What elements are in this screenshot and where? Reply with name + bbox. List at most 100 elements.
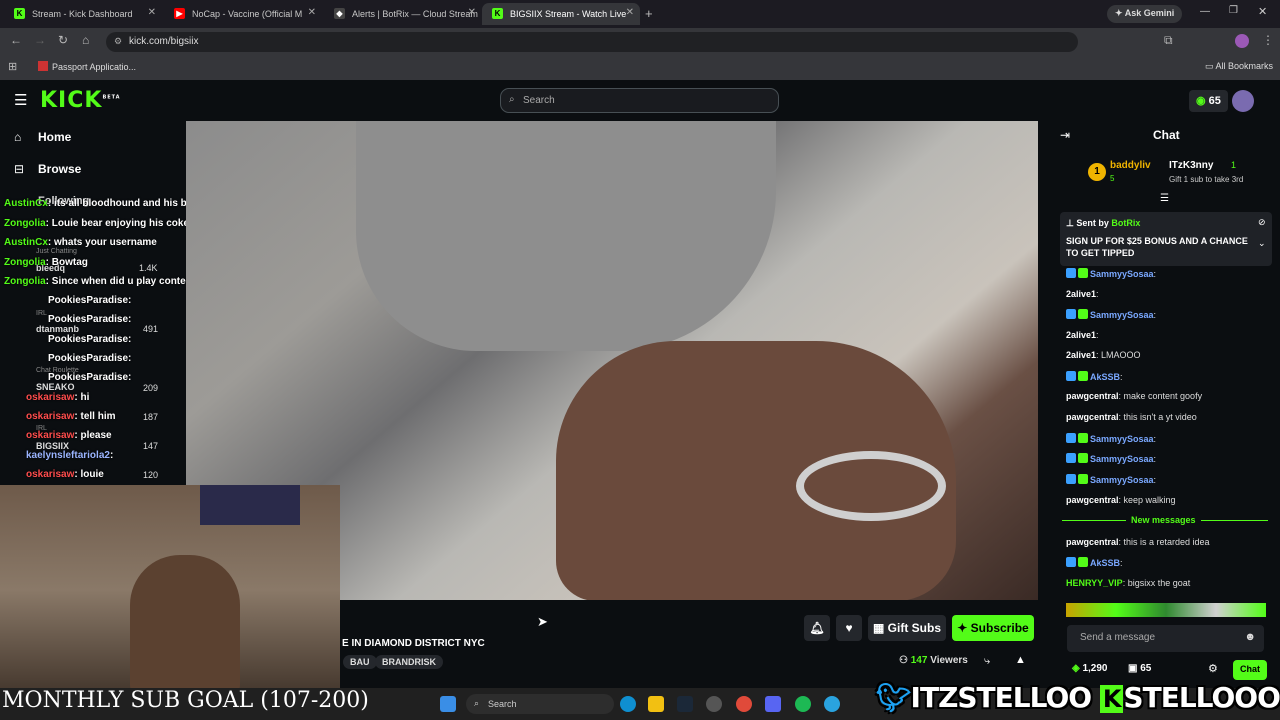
close-icon[interactable]: ✕ <box>308 7 316 18</box>
close-window-icon[interactable]: ✕ <box>1258 5 1267 18</box>
unpin-icon[interactable]: ⊘ <box>1258 217 1266 228</box>
chat-username[interactable]: pawgcentral <box>1066 537 1119 547</box>
chat-username[interactable]: 2alive1 <box>1066 330 1096 340</box>
ask-gemini-button[interactable]: ✦ Ask Gemini <box>1107 5 1183 23</box>
back-icon[interactable]: ← <box>10 33 22 47</box>
close-icon[interactable]: ✕ <box>468 7 476 18</box>
channel-name[interactable]: SNEAKO <box>36 382 75 392</box>
start-icon[interactable] <box>440 696 456 712</box>
browser-tab-active[interactable]: K BIGSIIX Stream - Watch Live ✕ <box>482 3 640 25</box>
emote-bar[interactable] <box>1066 603 1266 617</box>
sidebar-item-browse[interactable]: Browse <box>38 162 81 176</box>
chat-username[interactable]: SammyySosaa <box>1090 475 1154 485</box>
file-explorer-icon[interactable] <box>648 696 664 712</box>
chat-points[interactable]: ▣ 65 <box>1128 663 1151 674</box>
kick-logo[interactable]: KICKBETA <box>40 88 121 113</box>
subscribe-button[interactable]: ✦ Subscribe <box>952 615 1034 641</box>
home-icon[interactable]: ⌂ <box>82 33 89 47</box>
stream-tag[interactable]: BRANDRISK <box>375 655 443 669</box>
close-icon[interactable]: ✕ <box>626 7 634 18</box>
profile-avatar[interactable] <box>1235 34 1249 48</box>
menu-dots-icon[interactable]: ⋮ <box>1262 33 1274 47</box>
kick-handle: STELLOOO <box>1123 681 1280 714</box>
close-icon[interactable]: ✕ <box>148 7 156 18</box>
new-tab-button[interactable]: + <box>645 6 653 21</box>
telegram-icon[interactable] <box>824 696 840 712</box>
gift-subs-button[interactable]: ▦ Gift Subs <box>868 615 946 641</box>
chat-send-button[interactable]: Chat <box>1233 660 1267 680</box>
report-icon[interactable]: ▲ <box>1015 654 1026 666</box>
overlay-chat-message: PookiesParadise: <box>48 295 131 306</box>
sidebar-item-home[interactable]: Home <box>38 130 71 144</box>
kick-points-badge[interactable]: ◉ 65 <box>1189 90 1228 112</box>
apps-grid-icon[interactable]: ⊞ <box>8 60 17 73</box>
chat-input-placeholder: Send a message <box>1080 632 1156 643</box>
chat-username[interactable]: pawgcentral <box>1066 412 1119 422</box>
reload-icon[interactable]: ↻ <box>58 33 68 47</box>
chat-message-input[interactable]: Send a message ☻ <box>1067 625 1264 652</box>
bookmarks-bar: ⊞ Passport Applicatio... ▭ All Bookmarks <box>0 56 1280 80</box>
badge-icon <box>1078 453 1088 463</box>
pinned-text: SIGN UP FOR $25 BONUS AND A CHANCE TO GE… <box>1066 236 1248 258</box>
chat-username[interactable]: AkSSB <box>1090 372 1120 382</box>
chat-username[interactable]: AkSSB <box>1090 558 1120 568</box>
channel-viewers: 120 <box>143 470 159 480</box>
browser-tab[interactable]: ▶ NoCap - Vaccine (Official M ✕ <box>164 3 322 25</box>
browser-tab[interactable]: K Stream - Kick Dashboard ✕ <box>4 3 162 25</box>
browse-icon: ⊟ <box>14 162 25 176</box>
overlay-chat-user: oskarisaw <box>26 469 75 480</box>
chat-username[interactable]: SammyySosaa <box>1090 310 1154 320</box>
hamburger-menu-icon[interactable]: ☰ <box>14 91 27 109</box>
viewers-icon: ⚇ <box>899 655 911 666</box>
extensions-icon[interactable]: ⧉ <box>1164 33 1173 48</box>
spotify-icon[interactable] <box>795 696 811 712</box>
site-info-icon[interactable]: ⚙ <box>114 36 122 47</box>
share-icon[interactable]: ⤷ <box>984 655 990 668</box>
settings-app-icon[interactable] <box>706 696 722 712</box>
overlay-chat-message: AustinCx: its all bloodhound and his bot… <box>4 198 202 209</box>
steam-icon[interactable] <box>677 696 693 712</box>
badge-icon <box>1066 371 1076 381</box>
browser-tab[interactable]: ◆ Alerts | BotRix — Cloud Stream ✕ <box>324 3 482 25</box>
chat-username[interactable]: pawgcentral <box>1066 495 1119 505</box>
pinned-message[interactable]: ⊥ Sent by BotRix ⊘ SIGN UP FOR $25 BONUS… <box>1060 212 1272 266</box>
leader-name[interactable]: baddyliv <box>1110 160 1151 171</box>
chat-username[interactable]: SammyySosaa <box>1090 269 1154 279</box>
minimize-icon[interactable]: — <box>1200 6 1210 17</box>
user-avatar[interactable] <box>1232 90 1254 112</box>
chat-username[interactable]: SammyySosaa <box>1090 454 1154 464</box>
taskbar-search[interactable]: ⌕ Search <box>466 694 614 714</box>
webcam-person <box>130 555 240 695</box>
chat-username[interactable]: 2alive1 <box>1066 350 1096 360</box>
stream-tag[interactable]: BAU <box>343 655 377 669</box>
all-bookmarks[interactable]: ▭ All Bookmarks <box>1205 61 1273 72</box>
settings-gear-icon[interactable]: ⚙ <box>1208 662 1218 675</box>
follow-heart-button[interactable]: ♥ <box>836 615 862 641</box>
tab-title: NoCap - Vaccine (Official M <box>192 9 303 19</box>
chat-username[interactable]: HENRYY_VIP <box>1066 578 1123 588</box>
chrome-icon[interactable] <box>736 696 752 712</box>
emoji-icon[interactable]: ☻ <box>1244 631 1256 643</box>
leader-name[interactable]: ITzK3nny <box>1169 160 1213 171</box>
chat-message: HENRYY_VIP: bigsixx the goat <box>1066 578 1190 588</box>
bookmark-passport[interactable]: Passport Applicatio... <box>38 61 136 72</box>
maximize-icon[interactable]: ❐ <box>1229 5 1238 16</box>
viewer-count-value: 147 <box>910 655 928 666</box>
edge-icon[interactable] <box>620 696 636 712</box>
notification-bell-button[interactable]: 🔔︎ <box>804 615 830 641</box>
url-input[interactable]: ⚙ kick.com/bigsiix <box>106 32 1078 52</box>
chat-username[interactable]: pawgcentral <box>1066 391 1119 401</box>
forward-icon[interactable]: → <box>34 33 46 47</box>
kick-coins[interactable]: ◈ 1,290 <box>1072 663 1108 674</box>
chevron-down-icon[interactable]: ⌄ <box>1258 238 1266 249</box>
filter-icon[interactable]: ☰ <box>1160 193 1169 204</box>
discord-icon[interactable] <box>765 696 781 712</box>
chat-username[interactable]: 2alive1 <box>1066 289 1096 299</box>
overlay-chat-text: : <box>128 372 132 383</box>
channel-name[interactable]: dtanmanb <box>36 324 79 334</box>
overlay-chat-text: : <box>128 314 132 325</box>
chat-username[interactable]: SammyySosaa <box>1090 434 1154 444</box>
search-input[interactable]: ⌕ Search <box>500 88 779 113</box>
kick-icon: K <box>1099 685 1124 713</box>
collapse-chat-icon[interactable]: ⇥ <box>1060 128 1070 142</box>
